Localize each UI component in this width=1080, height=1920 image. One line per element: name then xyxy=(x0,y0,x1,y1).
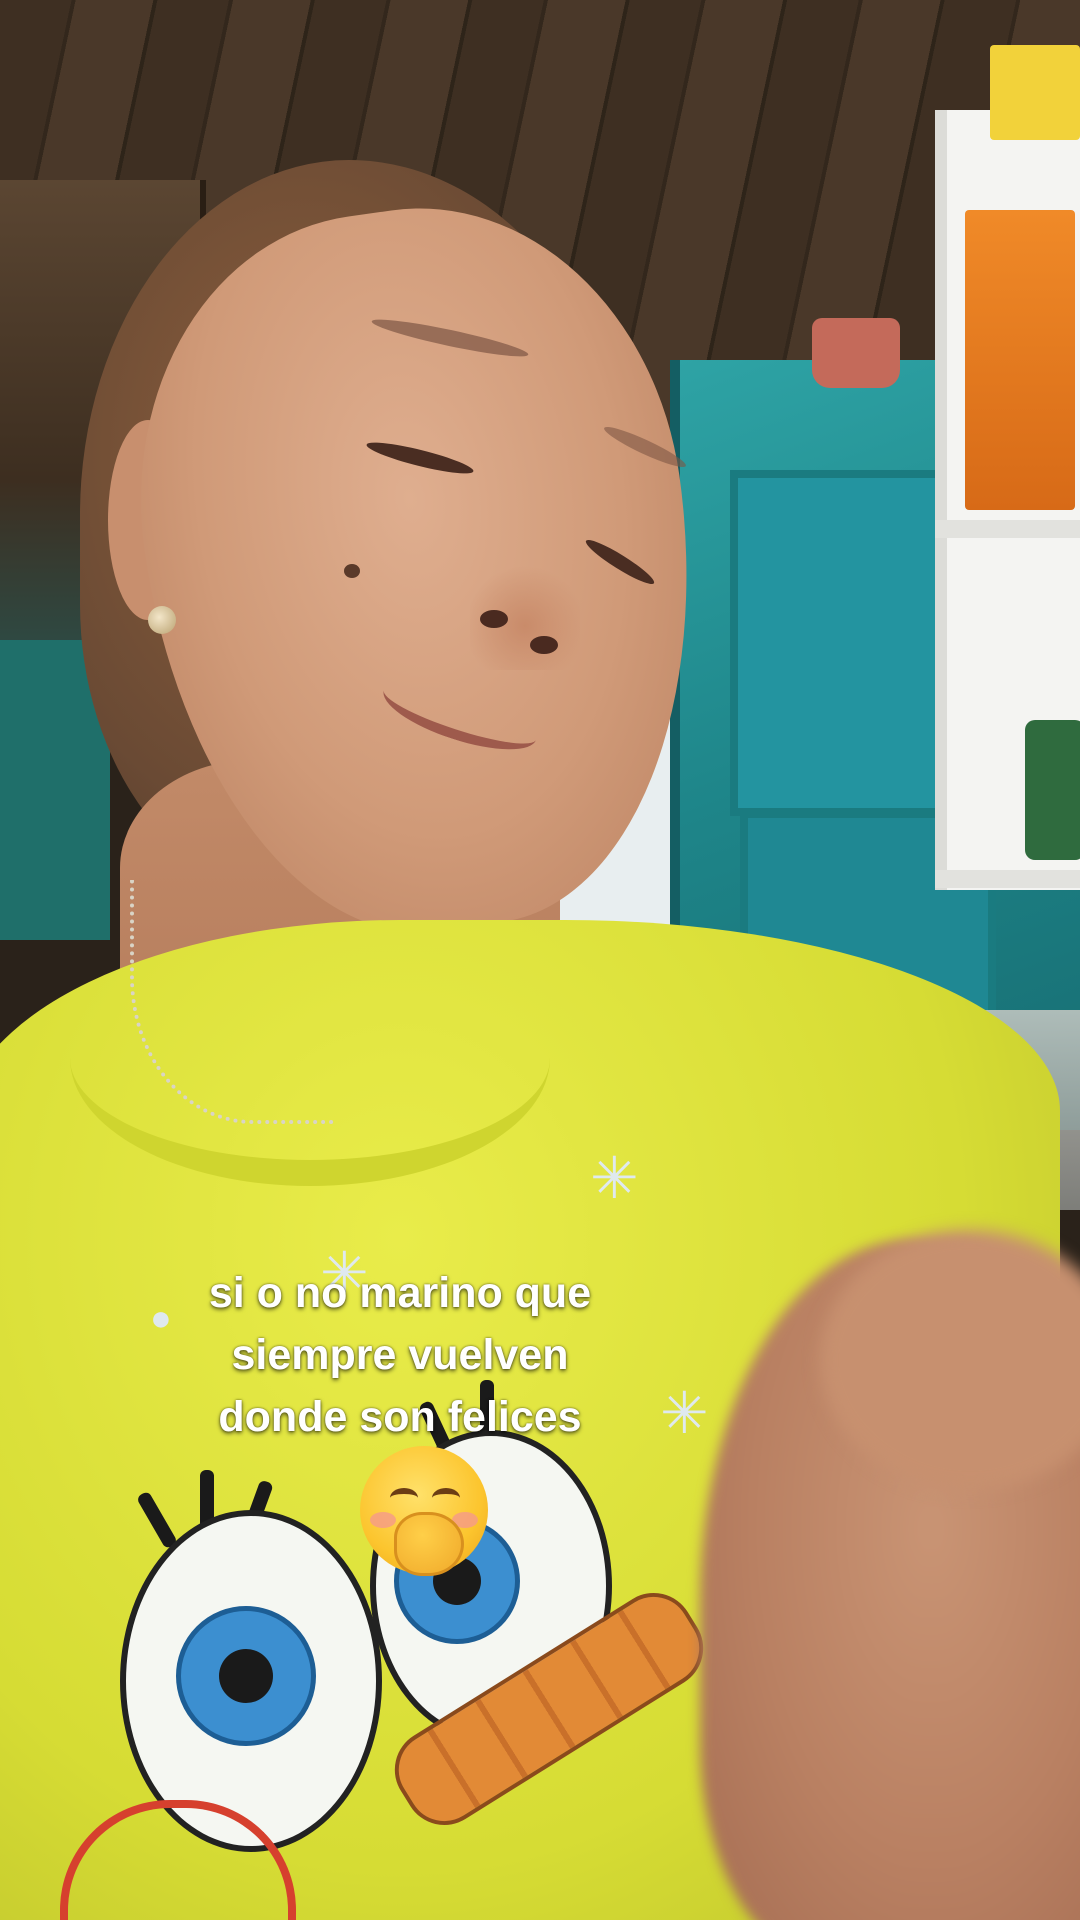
emoji-blush xyxy=(370,1512,396,1528)
spongebob-pupil xyxy=(219,1649,273,1703)
caption-line: siempre vuelven xyxy=(231,1331,569,1379)
caption-overlay: si o no marino que siempre vuelven donde… xyxy=(140,1262,660,1448)
green-jar xyxy=(1025,720,1080,860)
emoji-eye xyxy=(390,1488,418,1508)
nostril xyxy=(530,636,558,654)
caption-line: si o no marino que xyxy=(208,1269,592,1317)
video-frame[interactable]: ✳ ✳ ✳ ● si o no marino que siempre vuelv… xyxy=(0,0,1080,1920)
mole xyxy=(344,564,360,578)
face-with-hand-over-mouth-icon xyxy=(360,1446,488,1576)
snowflake-print: ✳ xyxy=(590,1146,639,1211)
spongebob-iris xyxy=(176,1606,316,1746)
nostril xyxy=(480,610,508,628)
earring xyxy=(148,606,176,634)
yellow-box xyxy=(990,45,1080,140)
emoji-eye xyxy=(432,1488,460,1508)
snowflake-print: ✳ xyxy=(660,1381,709,1446)
shelf-board xyxy=(935,520,1080,538)
orange-box xyxy=(965,210,1075,510)
shelf-board xyxy=(935,870,1080,888)
basket xyxy=(812,318,900,388)
caption-line: donde son felices xyxy=(218,1393,582,1441)
emoji-hand xyxy=(394,1512,464,1576)
